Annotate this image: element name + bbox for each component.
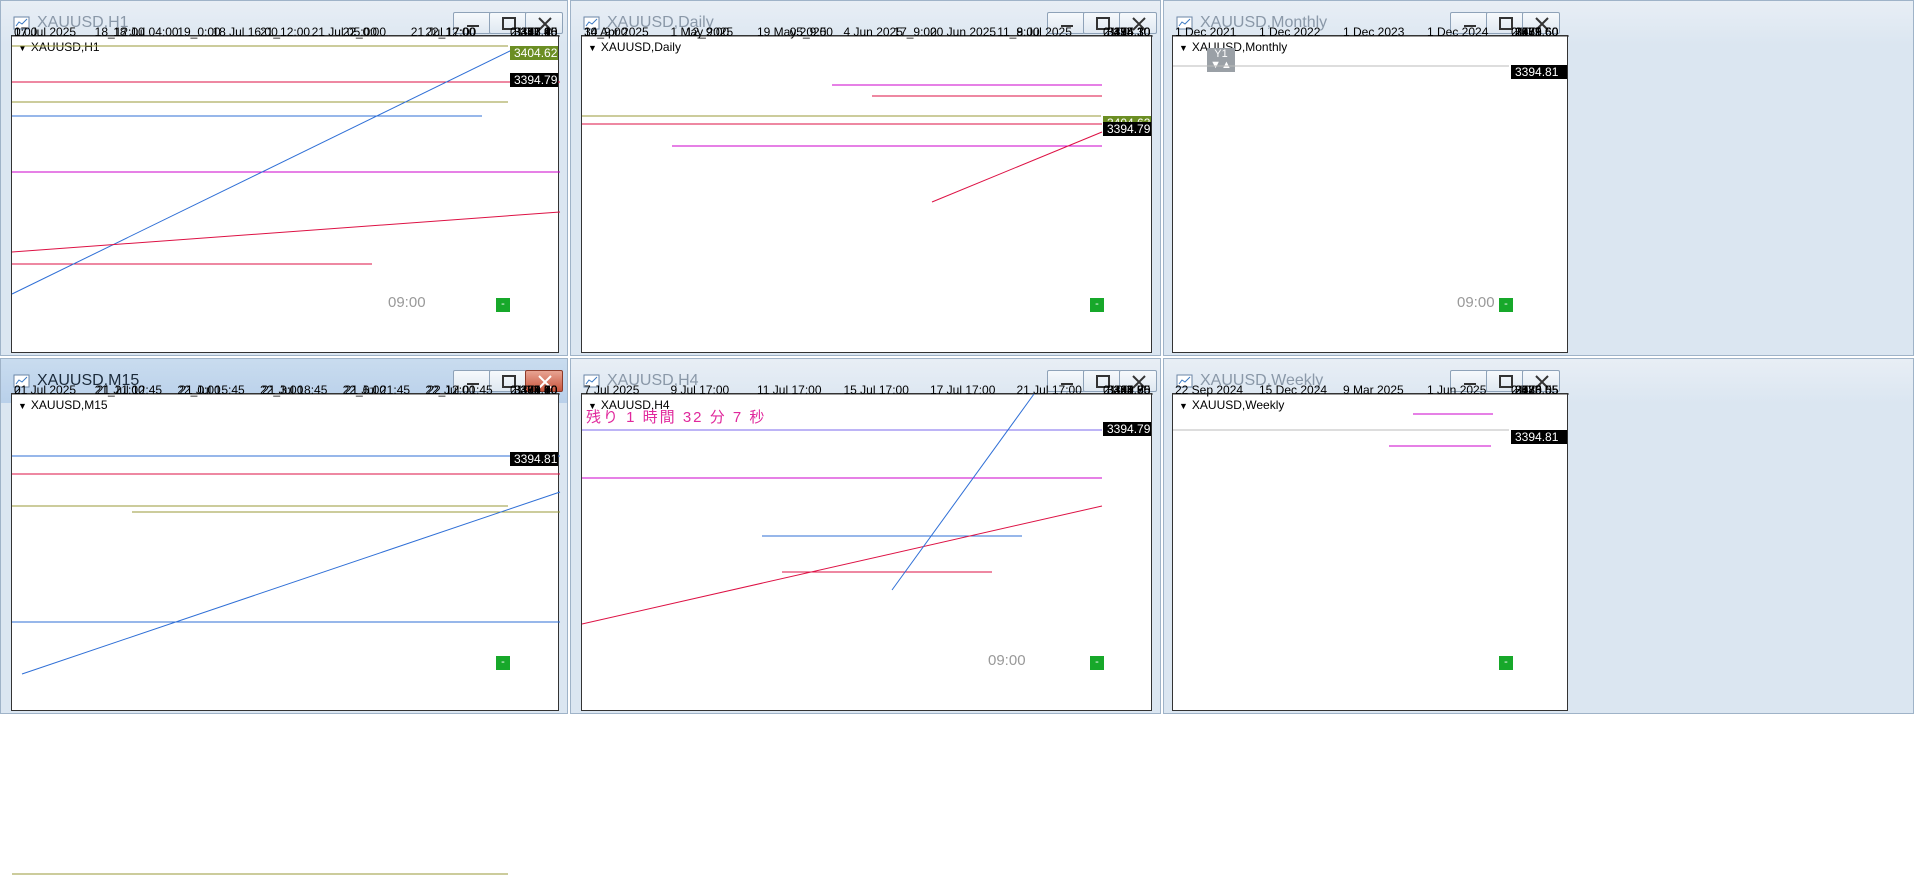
time-axis-label: 18 Jul 16:00 [212,25,278,39]
chart-window-monthly[interactable]: XAUUSD,Monthly ▼ XAUUSD,Monthly Y1 ▼▲ 3469… [1163,0,1914,356]
chart-window-daily[interactable]: XAUUSD,Daily ▼ XAUUSD,Daily 3495.30 3435.3… [570,0,1161,356]
scale-label: 0100 [1103,383,1130,397]
price-tag-label: 3394.81 [1515,65,1559,79]
time-axis-label: 15 Dec 2024 [1259,383,1327,397]
price-chart-svg: 3401.153386.403371.653356.903342.403327.… [11,25,561,295]
scale-label: 0100 [1103,25,1130,39]
chart-plot-area[interactable]: ▼ XAUUSD,Monthly Y1 ▼▲ 3469.60 3169.60 2875.… [1172,25,1569,353]
time-axis-label: 21 Jul 12:45 [97,383,163,397]
time-axis-label: 21 Jul 17:00 [411,25,477,39]
time-axis-label: 21 Jul 18:45 [262,383,328,397]
price-chart-svg: 3400.803381.553362.653343.753324.853305.… [581,383,1153,625]
trend-line [11,211,561,253]
chart-window-h4[interactable]: XAUUSD,H4 ▼ XAUUSD,H4 残り 1 時間 32 分 7 秒 34… [570,358,1161,714]
time-axis-label: 18 Jul 04:00 [113,25,179,39]
price-tag-label: 3394.81 [1515,430,1559,444]
scale-label: 0100 [510,383,537,397]
chart-plot-area[interactable]: ▼ XAUUSD,H1 3401.15 3386.40 3371.65 3356.90 3… [11,25,561,353]
one-click-trading-button[interactable]: - [496,298,510,312]
price-chart-svg: 3495.303435.303375.303314.103254.103194.… [582,25,1153,203]
scale-label: 0100 [510,25,537,39]
time-axis-label: 21 Jul 05:00 [312,25,378,39]
chart-plot-area[interactable]: ▼ XAUUSD,Daily 3495.30 3435.30 3375.30 3314.… [581,25,1153,353]
time-axis-label: 4 Jun 2025 [844,25,904,39]
price-tag-label: 3404.62 [514,46,558,60]
one-click-trading-button[interactable]: - [1499,298,1513,312]
time-axis-label: 9 Jul 17:00 [671,383,730,397]
chart-plot-area[interactable]: ▼ XAUUSD,H4 残り 1 時間 32 分 7 秒 3400.80 3381.… [581,383,1153,711]
chart-window-h1[interactable]: XAUUSD,H1 ▼ XAUUSD,H1 3401.15 3386.40 3371.… [0,0,568,356]
time-axis-label: 1 Dec 2023 [1343,25,1405,39]
time-axis-label: 22 Sep 2024 [1175,383,1243,397]
time-axis-label: 1 Dec 2024 [1427,25,1489,39]
trend-line [931,131,1103,203]
trend-line [891,393,1035,591]
time-axis-label: 1 Dec 2021 [1175,25,1237,39]
trend-line [581,505,1103,625]
time-axis-label: 20 Jun 2025 [930,25,996,39]
time-axis-label: 17 Jul 17:00 [930,383,996,397]
one-click-trading-button[interactable]: - [496,656,510,670]
time-axis-label: 15 Jul 17:00 [844,383,910,397]
time-axis-label: 9 Mar 2025 [1343,383,1404,397]
chart-plot-area[interactable]: ▼ XAUUSD,Weekly 3485.55 3333.05 3180.55 3028… [1172,383,1569,711]
chart-plot-area[interactable]: ▼ XAUUSD,M15 3401.90 3395.60 3389.30 3383.00… [11,383,561,875]
time-axis-label: 22 Jul 01:45 [427,383,493,397]
time-axis-label: 1 Dec 2022 [1259,25,1321,39]
time-axis-label: 11 Jul 17:00 [757,383,822,397]
time-axis-label: 8 Jul 2025 [1017,25,1073,39]
time-axis-label: 14 Apr 2025 [584,25,649,39]
time-axis-label: 19 May 2025 [757,25,827,39]
time-axis-label: 21 Jul 17:00 [1017,383,1083,397]
scale-label: 0100 [1511,383,1538,397]
time-axis-label: 17 Jul 2025 [14,25,76,39]
chart-window-m15[interactable]: XAUUSD,M15 ▼ XAUUSD,M15 3401.90 3395.60 338… [0,358,568,875]
time-axis-label: 21 Jul 21:45 [345,383,411,397]
one-click-trading-button[interactable]: - [1499,656,1513,670]
chart-window-weekly[interactable]: XAUUSD,Weekly ▼ XAUUSD,Weekly 3485.55 3333… [1163,358,1914,714]
time-label: 09:00 [1457,294,1495,311]
time-axis-label: 21 Jul 15:45 [179,383,245,397]
one-click-trading-button[interactable]: - [1090,298,1104,312]
price-tag-label: 3394.81 [514,452,558,466]
time-axis-label: 21 Jul 2025 [14,383,76,397]
scale-label: 0100 [1511,25,1538,39]
one-click-trading-button[interactable]: - [1090,656,1104,670]
time-axis-label: 1 Jun 2025 [1427,383,1487,397]
price-tag-label: 3394.79 [1107,422,1151,436]
trend-line [21,491,561,675]
price-tag-label: 3394.79 [1107,122,1151,136]
time-label: 09:00 [388,294,426,311]
time-axis-label: 1 May 2025 [671,25,734,39]
price-tag-label: 3394.79 [514,73,558,87]
price-chart-svg: 3401.903395.603389.303383.003376.703370.… [12,383,561,875]
time-axis-label: 7 Jul 2025 [584,383,640,397]
time-label: 09:00 [988,652,1026,669]
